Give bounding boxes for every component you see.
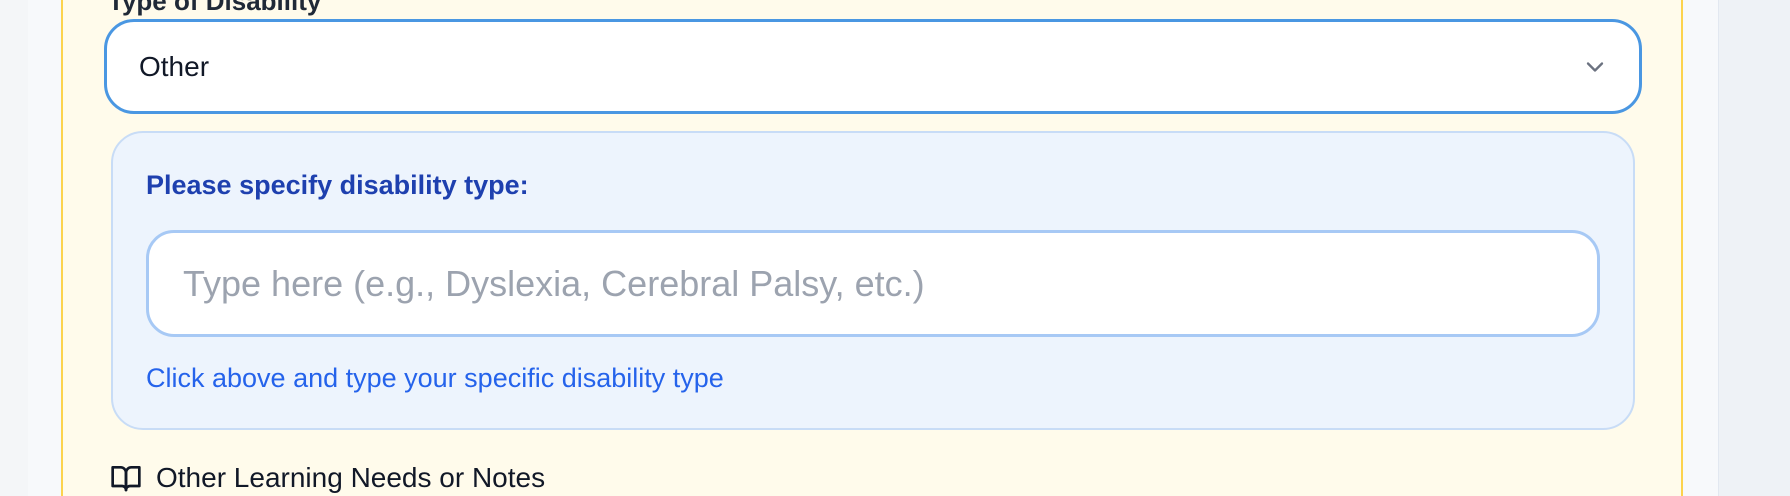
disability-type-label: Type of Disability bbox=[108, 0, 322, 16]
specify-disability-input[interactable] bbox=[146, 230, 1600, 337]
disability-type-select[interactable]: Other bbox=[104, 19, 1642, 114]
chevron-down-icon bbox=[1586, 61, 1604, 72]
other-learning-needs-label: Other Learning Needs or Notes bbox=[156, 462, 546, 493]
book-icon bbox=[111, 466, 141, 492]
other-learning-needs-heading: Other Learning Needs or Notes bbox=[110, 460, 545, 496]
specify-disability-label: Please specify disability type: bbox=[146, 170, 529, 200]
specify-disability-panel: Please specify disability type: Click ab… bbox=[111, 131, 1635, 430]
scrollbar-track[interactable] bbox=[1718, 0, 1790, 496]
left-gutter bbox=[0, 0, 29, 496]
disability-type-selected-value: Other bbox=[139, 50, 210, 82]
specify-disability-hint: Click above and type your specific disab… bbox=[146, 363, 724, 393]
